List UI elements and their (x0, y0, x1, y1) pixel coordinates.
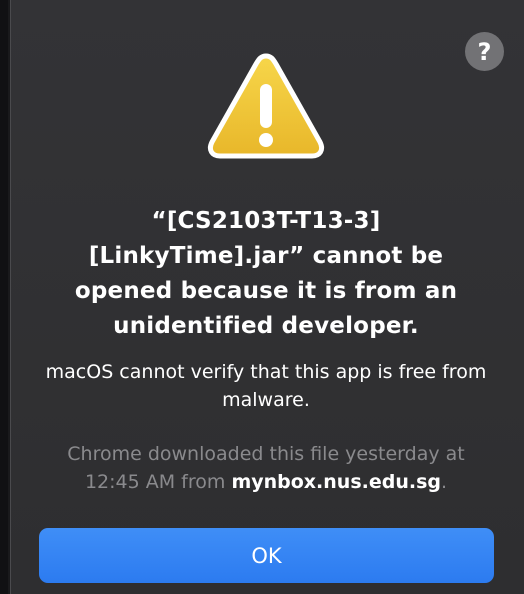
warning-triangle-icon (207, 53, 325, 159)
download-info-suffix: . (441, 471, 448, 493)
ok-button-label: OK (251, 543, 282, 568)
backdrop-edge (0, 0, 8, 594)
alert-title: “[CS2103T-T13-3] [LinkyTime].jar” cannot… (74, 208, 458, 339)
download-info: Chrome downloaded this file yesterday at… (40, 440, 492, 496)
download-domain: mynbox.nus.edu.sg (231, 471, 441, 493)
help-icon: ? (477, 37, 492, 66)
help-button[interactable]: ? (465, 32, 504, 71)
ok-button[interactable]: OK (39, 528, 494, 583)
alert-message: macOS cannot verify that this app is fre… (45, 361, 487, 411)
